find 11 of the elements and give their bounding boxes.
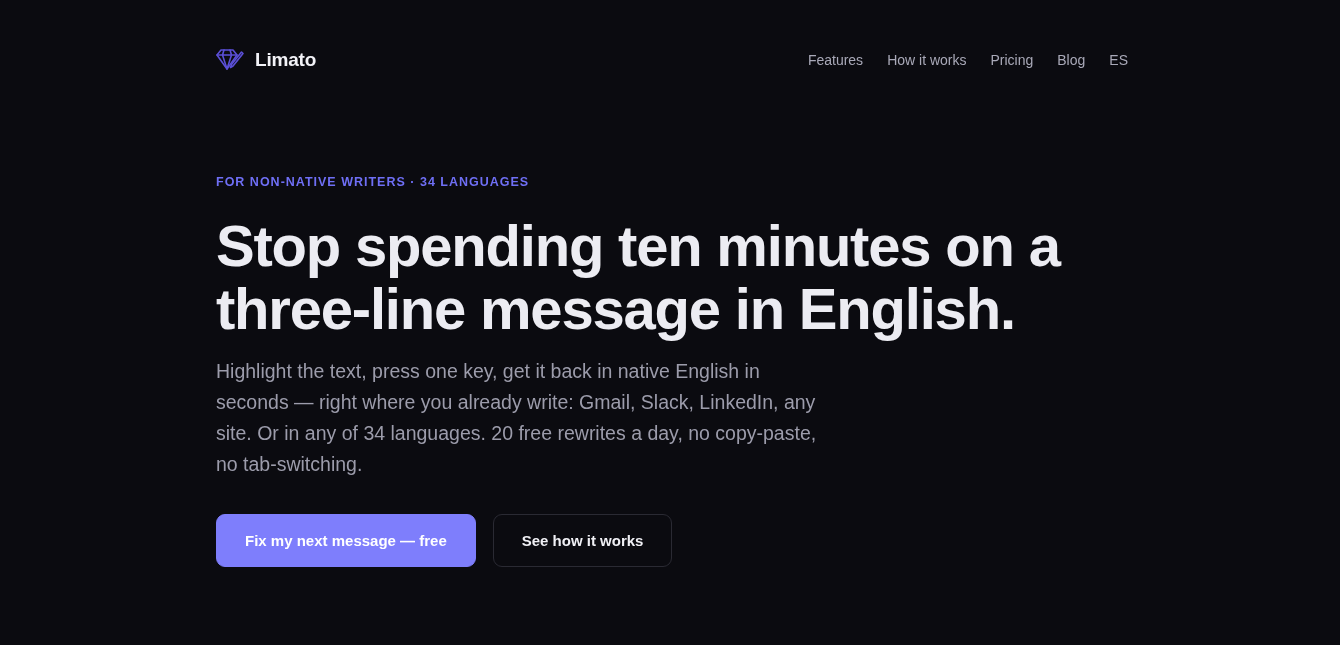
diamond-pen-icon xyxy=(216,49,244,71)
nav-link[interactable]: How it works xyxy=(887,52,967,68)
brand-name[interactable]: Limato xyxy=(255,49,317,71)
nav-link[interactable]: Pricing xyxy=(990,52,1034,68)
nav-link[interactable]: Features xyxy=(807,52,864,68)
nav-link[interactable]: ES xyxy=(1109,52,1128,68)
hero-headline: Stop spending ten minutes on a three-line message in English. xyxy=(216,214,1060,340)
eyebrow-text: FOR NON-NATIVE WRITERS · 34 LANGUAGES xyxy=(216,175,530,189)
secondary-button[interactable]: See how it works xyxy=(492,514,673,567)
hero-description: Highlight the text, press one key, get it back in native English in seconds — right where you already write: Gmail, Slack, LinkedIn, any site. Or in any of 34 languages. 20 free rewrites a day, no copy-paste, no tab-switching. xyxy=(216,359,818,477)
nav-link[interactable]: Blog xyxy=(1057,52,1086,68)
